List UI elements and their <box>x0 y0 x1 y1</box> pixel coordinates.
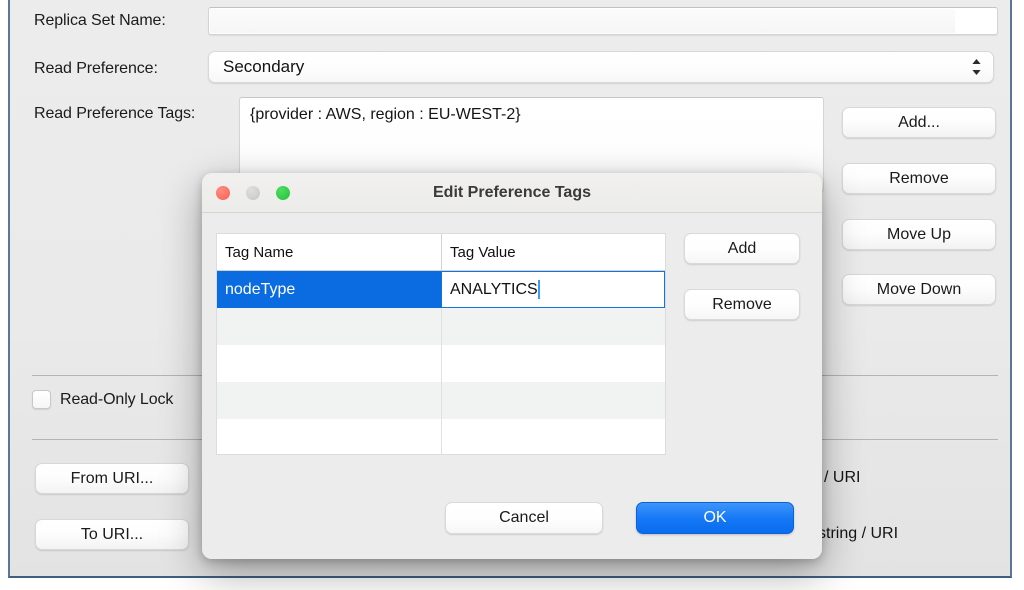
cell-tag-name[interactable] <box>217 345 441 382</box>
ok-button[interactable]: OK <box>636 502 794 534</box>
tags-move-down-button-label: Move Down <box>877 281 961 299</box>
column-header-tag-value[interactable]: Tag Value <box>441 234 665 270</box>
tags-move-down-button[interactable]: Move Down <box>842 274 996 305</box>
dialog-add-button-label: Add <box>728 240 756 258</box>
cell-tag-value[interactable] <box>441 382 665 419</box>
from-uri-button[interactable]: From URI... <box>35 463 189 494</box>
tags-remove-button[interactable]: Remove <box>842 163 996 194</box>
tag-table[interactable]: Tag Name Tag Value nodeType ANALYTICS <box>216 233 666 455</box>
cell-tag-value[interactable] <box>441 308 665 345</box>
from-uri-note: / URI <box>824 469 860 487</box>
cell-tag-name[interactable] <box>217 419 441 455</box>
cell-tag-name[interactable] <box>217 308 441 345</box>
read-preference-select[interactable]: Secondary <box>208 51 994 83</box>
cell-tag-value-editing[interactable]: ANALYTICS <box>441 271 665 308</box>
dialog-title: Edit Preference Tags <box>202 173 822 212</box>
ok-button-label: OK <box>703 509 726 527</box>
dialog-body: Tag Name Tag Value nodeType ANALYTICS <box>202 213 822 559</box>
read-preference-selected-value: Secondary <box>223 57 969 77</box>
screenshot-root: Replica Set Name: Read Preference: Secon… <box>0 0 1024 590</box>
tags-add-button[interactable]: Add... <box>842 107 996 138</box>
edit-preference-tags-dialog: Edit Preference Tags Tag Name Tag Value … <box>202 173 822 559</box>
cell-tag-name[interactable]: nodeType <box>217 271 441 308</box>
to-uri-note: string / URI <box>818 525 898 543</box>
tags-move-up-button-label: Move Up <box>887 226 951 244</box>
cell-tag-value-text: ANALYTICS <box>450 281 538 299</box>
to-uri-button-label: To URI... <box>81 526 143 544</box>
table-row[interactable] <box>217 419 665 455</box>
tag-table-header: Tag Name Tag Value <box>217 234 665 271</box>
to-uri-button[interactable]: To URI... <box>35 519 189 550</box>
table-row[interactable] <box>217 308 665 345</box>
dialog-add-button[interactable]: Add <box>684 233 800 264</box>
replica-set-name-input-fill <box>210 9 955 33</box>
table-row[interactable] <box>217 382 665 419</box>
read-preference-label: Read Preference: <box>34 60 158 78</box>
column-header-tag-name[interactable]: Tag Name <box>217 234 441 270</box>
dialog-remove-button-label: Remove <box>712 296 772 314</box>
read-preference-tags-value: {provider : AWS, region : EU-WEST-2} <box>250 106 813 124</box>
chevron-up-down-icon <box>969 56 983 78</box>
table-row[interactable]: nodeType ANALYTICS <box>217 271 665 308</box>
cell-tag-value[interactable] <box>441 345 665 382</box>
text-caret <box>538 280 540 299</box>
replica-set-name-label: Replica Set Name: <box>34 12 166 30</box>
cancel-button-label: Cancel <box>499 509 549 527</box>
cell-tag-value[interactable] <box>441 419 665 455</box>
from-uri-button-label: From URI... <box>71 470 154 488</box>
tags-move-up-button[interactable]: Move Up <box>842 219 996 250</box>
cancel-button[interactable]: Cancel <box>445 502 603 534</box>
cell-tag-name[interactable] <box>217 382 441 419</box>
tags-add-button-label: Add... <box>898 114 940 132</box>
tags-remove-button-label: Remove <box>889 170 949 188</box>
replica-set-name-input[interactable] <box>208 7 998 35</box>
dialog-remove-button[interactable]: Remove <box>684 289 800 320</box>
dialog-titlebar[interactable]: Edit Preference Tags <box>202 173 822 213</box>
read-preference-tags-label: Read Preference Tags: <box>34 105 195 123</box>
read-only-lock-checkbox[interactable] <box>32 390 51 409</box>
table-row[interactable] <box>217 345 665 382</box>
read-only-lock-label: Read-Only Lock <box>60 391 173 409</box>
